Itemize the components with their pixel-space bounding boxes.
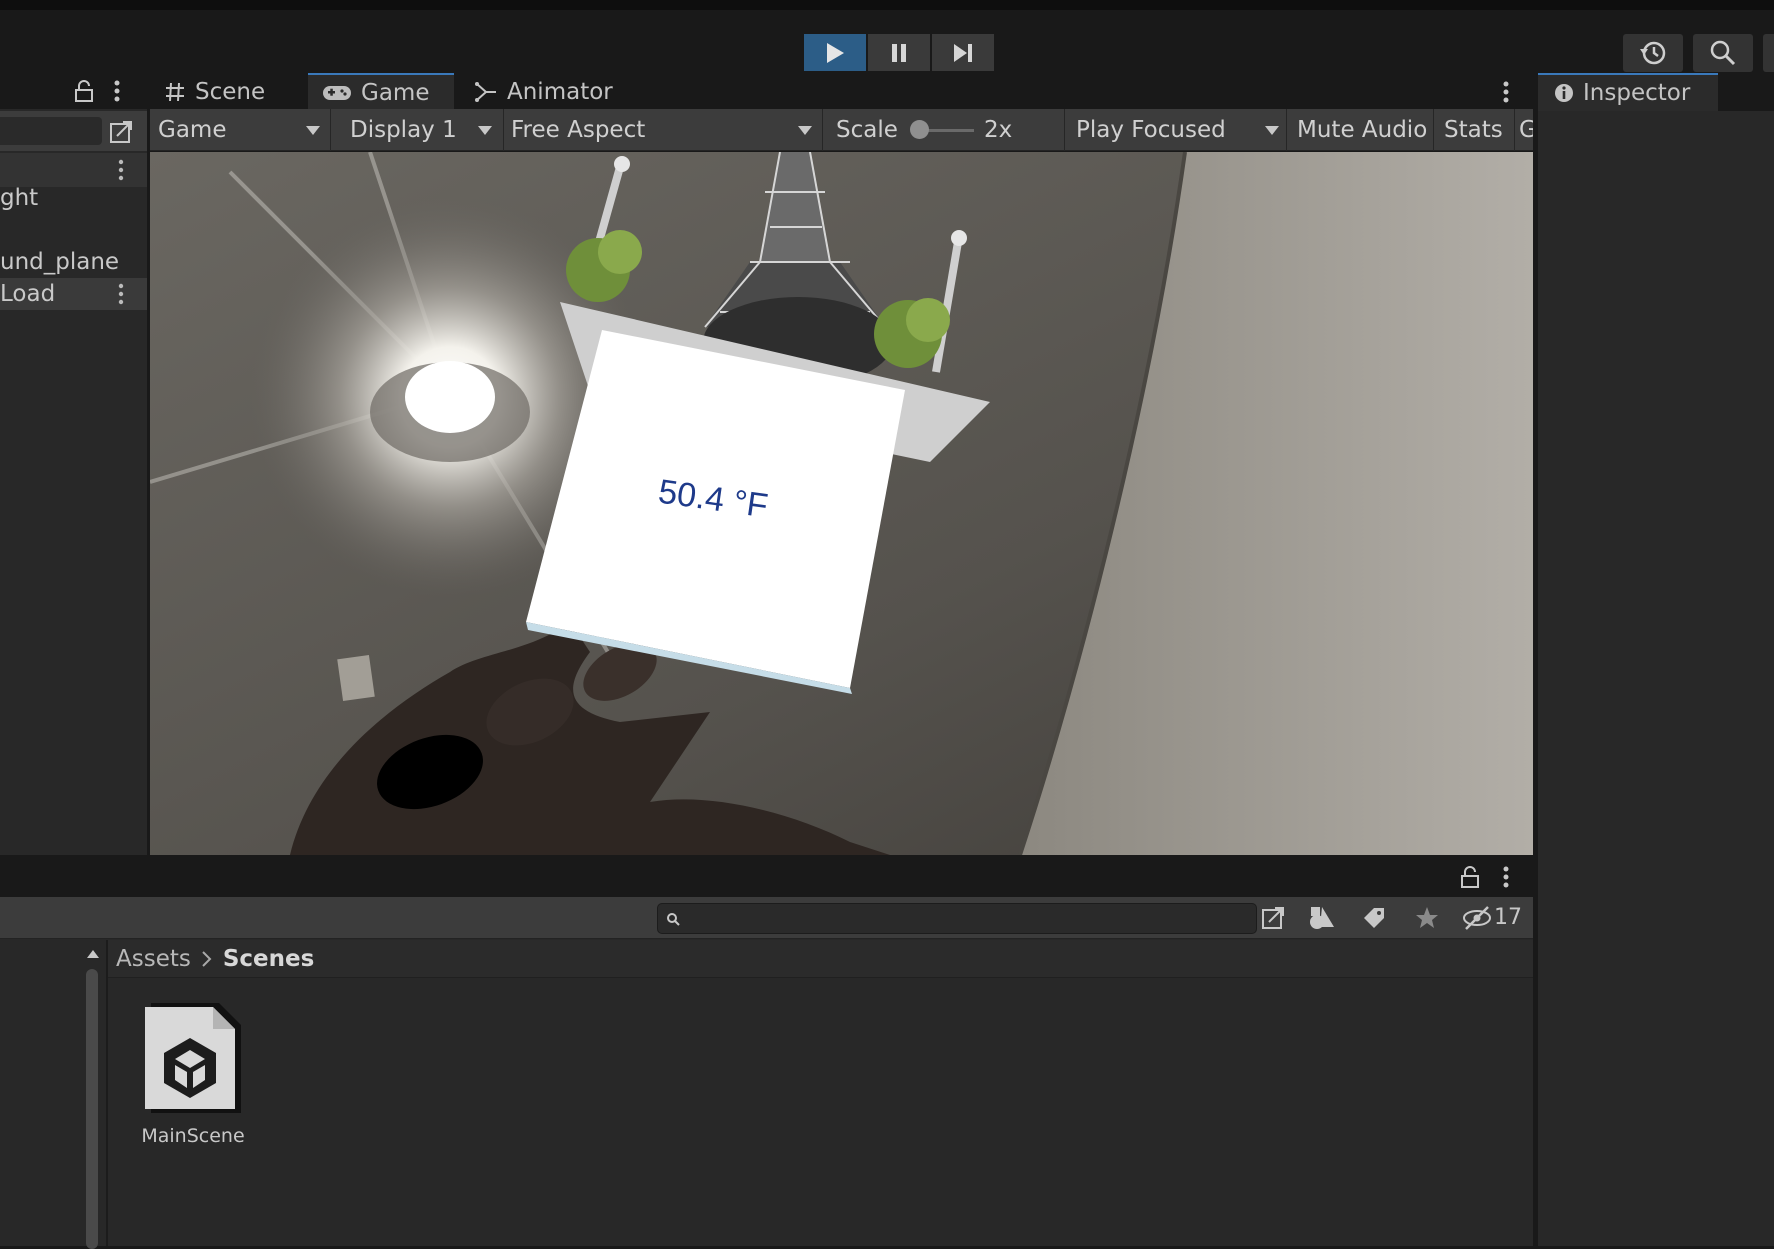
tab-game[interactable]: Game <box>308 73 454 111</box>
game-mode-label: Game <box>158 117 227 143</box>
inspector-tab-strip: Inspector <box>1538 73 1774 111</box>
scale-control: Scale 2x <box>824 109 1065 151</box>
hierarchy-search-bar <box>0 111 147 151</box>
game-view[interactable]: 50.4 °F <box>150 152 1533 855</box>
display-dropdown[interactable]: Display 1 <box>332 109 504 151</box>
hidden-packages-icon[interactable] <box>1462 905 1492 931</box>
play-icon <box>827 42 844 63</box>
inspector-splitter[interactable] <box>1533 73 1538 1246</box>
tab-inspector-label: Inspector <box>1583 80 1691 106</box>
mute-audio-label: Mute Audio <box>1297 117 1428 143</box>
display-label: Display 1 <box>350 117 457 143</box>
mute-audio-toggle[interactable]: Mute Audio <box>1288 109 1434 151</box>
layout-button[interactable] <box>1763 34 1774 72</box>
hierarchy-item-selected[interactable]: Load <box>0 278 147 310</box>
unity-scene-icon <box>145 1003 241 1113</box>
hash-icon <box>166 82 184 102</box>
tab-inspector[interactable]: Inspector <box>1538 73 1718 111</box>
chevron-down-icon <box>1265 126 1279 135</box>
project-toolbar: 17 <box>0 897 1533 939</box>
game-mode-dropdown[interactable]: Game <box>150 109 331 151</box>
editor-tab-strip: Scene Game Animator <box>150 73 1533 111</box>
aspect-label: Free Aspect <box>511 117 646 143</box>
tab-scene[interactable]: Scene <box>150 73 301 111</box>
step-icon <box>954 43 972 62</box>
search-by-type-icon[interactable] <box>108 119 134 145</box>
chevron-down-icon <box>798 126 812 135</box>
asset-grid: MainScene <box>108 979 1533 1246</box>
scale-value: 2x <box>984 117 1013 143</box>
search-button[interactable] <box>1693 34 1753 72</box>
stats-toggle[interactable]: Stats <box>1435 109 1515 151</box>
project-tab-strip <box>0 857 1533 897</box>
search-icon <box>667 913 680 926</box>
project-panel: 17 Assets Scenes MainScene <box>0 857 1533 1249</box>
scale-label: Scale <box>836 117 898 143</box>
hierarchy-tab-strip <box>0 73 147 109</box>
breadcrumb: Assets Scenes <box>108 940 1533 978</box>
hierarchy-item-label: ght <box>0 185 39 211</box>
hierarchy-item-label: Load <box>0 281 56 307</box>
breadcrumb-scenes[interactable]: Scenes <box>223 946 314 972</box>
play-button[interactable] <box>804 34 866 71</box>
project-splitter[interactable] <box>0 855 1533 857</box>
project-more-icon[interactable] <box>1502 865 1510 889</box>
search-by-type-icon[interactable] <box>1260 905 1286 931</box>
chevron-down-icon <box>306 126 320 135</box>
gamepad-icon <box>323 86 351 100</box>
filter-by-type-icon[interactable] <box>1308 905 1336 931</box>
project-lock-icon[interactable] <box>1460 866 1480 888</box>
hierarchy-panel: ght und_plane Load <box>0 73 147 857</box>
tab-game-label: Game <box>361 80 430 106</box>
step-button[interactable] <box>932 34 994 71</box>
gizmos-toggle[interactable]: G <box>1516 109 1533 151</box>
info-icon <box>1555 84 1573 102</box>
search-icon <box>1710 40 1736 66</box>
tab-animator[interactable]: Animator <box>460 73 630 111</box>
folder-tree-scrollbar[interactable] <box>86 969 98 1249</box>
breadcrumb-assets[interactable]: Assets <box>116 946 191 972</box>
hierarchy-search-input[interactable] <box>0 117 102 145</box>
history-icon <box>1640 41 1666 65</box>
pause-icon <box>892 43 906 62</box>
chevron-down-icon <box>478 126 492 135</box>
play-mode-dropdown[interactable]: Play Focused <box>1066 109 1287 151</box>
game-view-render <box>150 152 1533 855</box>
play-mode-label: Play Focused <box>1076 117 1226 143</box>
aspect-dropdown[interactable]: Free Aspect <box>505 109 823 151</box>
animator-icon <box>475 82 496 102</box>
scene-header-row[interactable] <box>0 153 147 187</box>
scene-more-icon[interactable] <box>117 159 125 181</box>
game-toolbar: Game Display 1 Free Aspect Scale 2x Play… <box>150 109 1533 151</box>
asset-item[interactable]: MainScene <box>137 1001 249 1151</box>
tab-animator-label: Animator <box>507 79 613 105</box>
project-search-input[interactable] <box>657 903 1257 934</box>
scroll-up-icon[interactable] <box>86 949 100 959</box>
history-button[interactable] <box>1623 34 1683 72</box>
asset-name: MainScene <box>141 1125 245 1147</box>
filter-by-label-icon[interactable] <box>1361 905 1387 931</box>
more-options-icon[interactable] <box>113 79 121 103</box>
hidden-packages-count: 17 <box>1494 905 1522 930</box>
inspector-panel: Inspector <box>1538 73 1774 1246</box>
pause-button[interactable] <box>868 34 930 71</box>
hierarchy-item[interactable]: und_plane <box>0 247 147 277</box>
scale-slider-handle[interactable] <box>910 120 929 139</box>
stats-label: Stats <box>1444 117 1503 143</box>
gizmos-label: G <box>1519 117 1533 143</box>
project-folder-tree <box>0 940 104 1249</box>
chevron-right-icon <box>202 950 212 967</box>
lock-icon[interactable] <box>74 80 94 102</box>
tab-scene-label: Scene <box>195 79 266 105</box>
favorites-star-icon[interactable] <box>1414 905 1440 931</box>
hierarchy-item-label: und_plane <box>0 249 120 275</box>
item-more-icon[interactable] <box>117 283 125 305</box>
editor-more-icon[interactable] <box>1502 80 1510 104</box>
hierarchy-item[interactable]: ght <box>0 183 147 213</box>
main-toolbar <box>0 0 1774 73</box>
